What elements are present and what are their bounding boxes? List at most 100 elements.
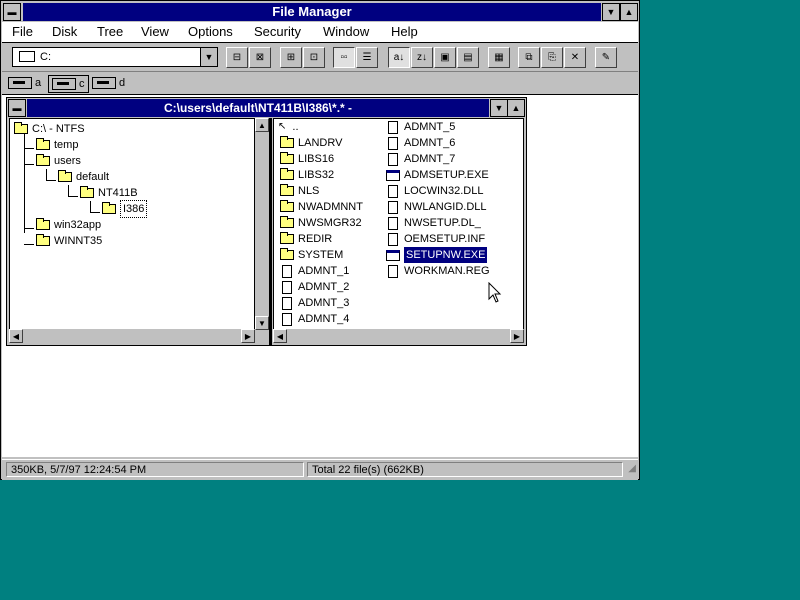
file-item[interactable]: NWADMNNT [280, 199, 363, 215]
file-item[interactable]: ADMNT_4 [282, 311, 349, 327]
menu-help[interactable]: Help [391, 24, 418, 39]
file-item[interactable]: OEMSETUP.INF [388, 231, 485, 247]
scroll-up-icon[interactable]: ▲ [255, 118, 269, 132]
file-item[interactable]: REDIR [280, 231, 332, 247]
file-label: ADMNT_1 [298, 265, 350, 277]
connect-drive-button[interactable]: ⊟ [226, 47, 248, 68]
minimize-icon[interactable]: ▼ [602, 3, 620, 21]
tree-vscrollbar[interactable]: ▲ ▼ [255, 118, 269, 330]
menu-security[interactable]: Security [254, 24, 301, 39]
file-item[interactable]: SYSTEM [280, 247, 343, 263]
file-list[interactable]: ↖ .. LANDRV LIBS16 LIBS32 NLS NWADMNNT N… [273, 118, 524, 330]
file-item[interactable]: LIBS16 [280, 151, 334, 167]
application-icon [386, 169, 400, 181]
file-item[interactable]: ADMNT_3 [282, 295, 349, 311]
tree-item-i386[interactable]: I386 [102, 200, 148, 218]
folder-icon [36, 234, 50, 246]
tree-item-winnt35[interactable]: WINNT35 [36, 233, 102, 249]
child-system-menu-icon[interactable]: ▬ [8, 99, 26, 117]
file-item[interactable]: NWSETUP.DL_ [388, 215, 481, 231]
view-details-button[interactable]: ☰ [356, 47, 378, 68]
hard-drive-icon [52, 78, 76, 90]
resize-grip-icon[interactable]: ◢ [628, 463, 636, 474]
sort-type-button[interactable]: z↓ [411, 47, 433, 68]
scroll-down-icon[interactable]: ▼ [255, 316, 269, 330]
file-item[interactable]: NLS [280, 183, 319, 199]
status-total: Total 22 file(s) (662KB) [307, 462, 623, 477]
drive-a[interactable]: a [8, 75, 41, 91]
share-as-button[interactable]: ⊞ [280, 47, 302, 68]
tree-item-nt411b[interactable]: NT411B [80, 185, 138, 201]
disconnect-drive-button[interactable]: ⊠ [249, 47, 271, 68]
chevron-down-icon[interactable]: ▼ [200, 48, 217, 66]
tree-item-users[interactable]: users [36, 153, 81, 169]
file-manager-window: ▬ File Manager ▼ ▲ File Disk Tree View O… [0, 0, 640, 480]
menu-options[interactable]: Options [188, 24, 233, 39]
files-hscrollbar[interactable]: ◀ ▶ [273, 329, 524, 343]
file-item[interactable]: LOCWIN32.DLL [388, 183, 483, 199]
menu-disk[interactable]: Disk [52, 24, 77, 39]
folder-icon [280, 248, 294, 260]
file-label: NWSMGR32 [298, 217, 362, 229]
sort-date-button[interactable]: ▤ [457, 47, 479, 68]
file-item[interactable]: NWSMGR32 [280, 215, 362, 231]
tree-label: WINNT35 [54, 235, 103, 247]
file-label: ADMNT_4 [298, 313, 350, 325]
file-label: ADMSETUP.EXE [404, 169, 489, 181]
view-name-button[interactable]: ▫▫ [333, 47, 355, 68]
file-label: NLS [298, 185, 320, 197]
document-icon [282, 280, 292, 294]
sort-size-button[interactable]: ▣ [434, 47, 456, 68]
app-title: File Manager [23, 3, 601, 21]
file-label: WORKMAN.REG [404, 265, 490, 277]
tree-item-root[interactable]: C:\ - NTFS [14, 121, 85, 137]
scroll-right-icon[interactable]: ▶ [510, 329, 524, 343]
system-menu-icon[interactable]: ▬ [3, 3, 21, 21]
folder-icon [280, 200, 294, 212]
child-maximize-icon[interactable]: ▲ [507, 99, 525, 117]
tree-item-temp[interactable]: temp [36, 137, 78, 153]
tree-item-win32app[interactable]: win32app [36, 217, 101, 233]
drive-select[interactable]: C: ▼ [12, 47, 218, 67]
document-icon [388, 152, 398, 166]
file-item[interactable]: LIBS32 [280, 167, 334, 183]
maximize-icon[interactable]: ▲ [620, 3, 638, 21]
file-item[interactable]: LANDRV [280, 135, 342, 151]
sort-name-button[interactable]: a↓ [388, 47, 410, 68]
file-item[interactable]: ADMSETUP.EXE [386, 167, 489, 183]
folder-icon [280, 184, 294, 196]
scroll-left-icon[interactable]: ◀ [9, 329, 23, 343]
new-window-button[interactable]: ▦ [488, 47, 510, 68]
scroll-left-icon[interactable]: ◀ [273, 329, 287, 343]
menu-file[interactable]: File [12, 24, 33, 39]
file-item[interactable]: ADMNT_1 [282, 263, 349, 279]
document-icon [388, 232, 398, 246]
tree-label: win32app [54, 219, 102, 231]
stop-sharing-button[interactable]: ⊡ [303, 47, 325, 68]
menu-tree[interactable]: Tree [97, 24, 123, 39]
menu-view[interactable]: View [141, 24, 169, 39]
properties-button[interactable]: ✎ [595, 47, 617, 68]
move-button[interactable]: ⎘ [541, 47, 563, 68]
file-item[interactable]: ADMNT_2 [282, 279, 349, 295]
delete-button[interactable]: ✕ [564, 47, 586, 68]
child-minimize-icon[interactable]: ▼ [490, 99, 508, 117]
drive-d[interactable]: d [92, 75, 125, 91]
directory-tree[interactable]: C:\ - NTFS temp users default NT411B I38… [9, 118, 255, 330]
drive-c[interactable]: c [48, 75, 89, 93]
menu-window[interactable]: Window [323, 24, 369, 39]
file-item-selected[interactable]: SETUPNW.EXE [386, 247, 488, 263]
file-item[interactable]: ADMNT_7 [388, 151, 455, 167]
tree-hscrollbar[interactable]: ◀ ▶ [9, 329, 255, 343]
file-item-up[interactable]: ↖ .. [278, 119, 299, 135]
tree-item-default[interactable]: default [58, 169, 109, 185]
file-item[interactable]: ADMNT_6 [388, 135, 455, 151]
scroll-right-icon[interactable]: ▶ [241, 329, 255, 343]
copy-button[interactable]: ⧉ [518, 47, 540, 68]
file-item[interactable]: ADMNT_5 [388, 119, 455, 135]
file-item[interactable]: NWLANGID.DLL [388, 199, 487, 215]
file-item[interactable]: WORKMAN.REG [388, 263, 490, 279]
split-bar[interactable] [269, 118, 272, 346]
file-label: SETUPNW.EXE [404, 247, 488, 263]
file-label: ADMNT_3 [298, 297, 350, 309]
